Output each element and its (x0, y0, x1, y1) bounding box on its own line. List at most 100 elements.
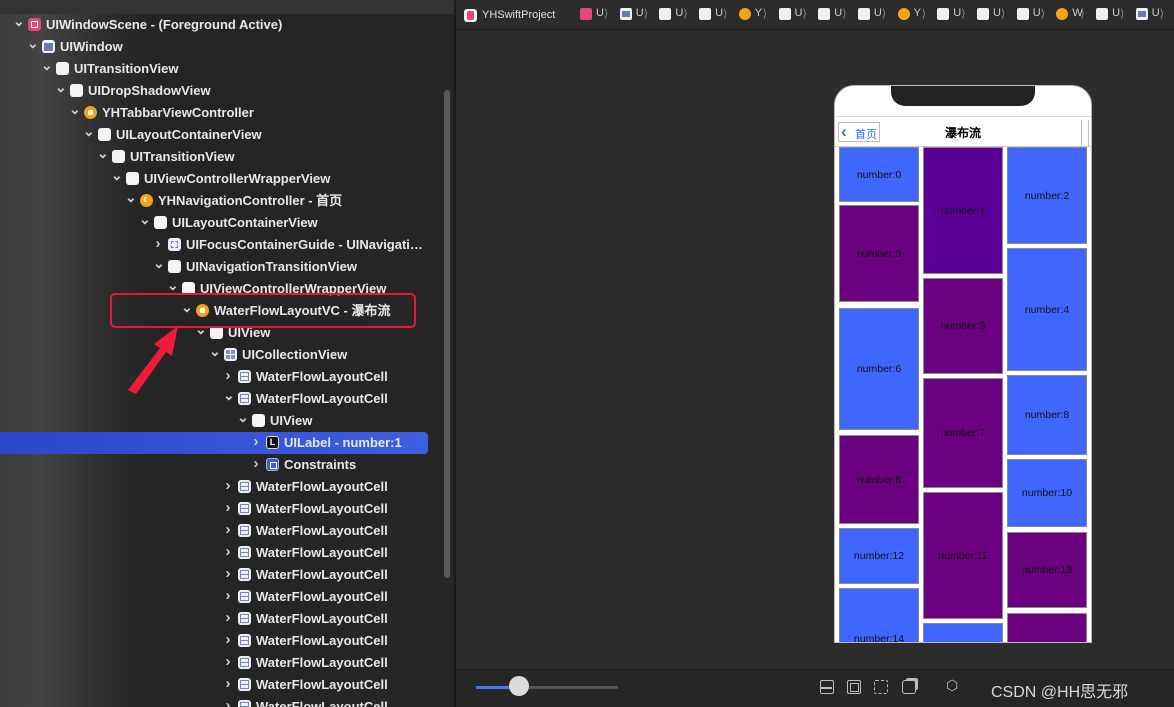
chevron-right-icon[interactable]: › (223, 654, 233, 669)
chevron-right-icon[interactable]: › (223, 500, 233, 515)
hierarchy-row[interactable]: ⌄ YHTabbarViewController (0, 102, 455, 124)
collection-cell-icon (238, 678, 251, 691)
cell-number-label: number:4 (1024, 303, 1070, 316)
hierarchy-row[interactable]: › WaterFlowLayoutCell (0, 498, 455, 520)
chevron-down-icon[interactable]: ⌄ (69, 102, 81, 116)
hierarchy-row[interactable]: ⌄ UIViewControllerWrapperView (0, 168, 455, 190)
collection-cell[interactable]: number:1 (923, 147, 1003, 274)
hierarchy-row[interactable]: ⌄ UIWindowScene - (Foreground Active) (0, 14, 455, 36)
hierarchy-scrollbar-thumb[interactable] (444, 90, 450, 578)
chevron-down-icon[interactable]: ⌄ (139, 212, 151, 226)
collection-cell[interactable]: number:12 (839, 528, 919, 584)
hierarchy-row[interactable]: › WaterFlowLayoutCell (0, 520, 455, 542)
hierarchy-row[interactable]: ⌄ UIView (0, 410, 455, 432)
nav-right-item[interactable] (1081, 120, 1089, 146)
view-icon (699, 8, 712, 20)
chevron-down-icon[interactable]: ⌄ (223, 388, 235, 402)
chevron-right-icon[interactable]: › (223, 478, 233, 493)
hierarchy-row[interactable]: ⌄ YHNavigationController - 首页 (0, 190, 455, 212)
hierarchy-row[interactable]: › WaterFlowLayoutCell (0, 476, 455, 498)
collection-cell[interactable]: number:2 (1007, 147, 1087, 244)
hierarchy-row[interactable]: › WaterFlowLayoutCell (0, 652, 455, 674)
collection-cell[interactable]: number:3 (839, 205, 919, 302)
view-icon (56, 62, 69, 75)
collection-cell[interactable]: number:8 (1007, 375, 1087, 455)
breadcrumb-project[interactable]: YHSwiftProject (464, 7, 555, 23)
hierarchy-row[interactable]: ⌄ UIWindow (0, 36, 455, 58)
hierarchy-row[interactable]: › WaterFlowLayoutCell (0, 542, 455, 564)
cell-number-label: number:10 (1021, 487, 1073, 499)
chevron-down-icon[interactable]: ⌄ (167, 278, 179, 292)
chevron-right-icon[interactable]: › (223, 698, 233, 707)
hierarchy-row[interactable]: ⌄ UILayoutContainerView (0, 124, 455, 146)
chevron-down-icon[interactable]: ⌄ (41, 58, 53, 72)
chevron-down-icon[interactable]: ⌄ (209, 344, 221, 358)
collection-cell[interactable] (1007, 613, 1087, 642)
hierarchy-row[interactable]: ⌄ UICollectionView (0, 344, 455, 366)
collection-cell[interactable]: number:8 (839, 435, 919, 524)
chevron-right-icon[interactable]: › (223, 368, 233, 383)
collection-cell[interactable]: number:7 (923, 378, 1003, 488)
hierarchy-row-label: UIViewControllerWrapperView (144, 171, 331, 186)
breadcrumb-separator-icon: ⟩ (1001, 8, 1006, 20)
chevron-down-icon[interactable]: ⌄ (55, 80, 67, 94)
chevron-right-icon[interactable]: › (251, 456, 261, 471)
collection-cell[interactable]: number:6 (839, 308, 919, 430)
hierarchy-row[interactable]: ⌄ UIDropShadowView (0, 80, 455, 102)
chevron-right-icon[interactable]: › (223, 588, 233, 603)
clip-icon[interactable] (874, 680, 888, 694)
hierarchy-row[interactable]: › UIFocusContainerGuide - UINavigati… (0, 234, 455, 256)
hierarchy-row[interactable]: › WaterFlowLayoutCell (0, 630, 455, 652)
chevron-down-icon[interactable]: ⌄ (27, 36, 39, 50)
label-icon: L (266, 436, 279, 449)
hierarchy-row[interactable]: › WaterFlowLayoutCell (0, 674, 455, 696)
chevron-right-icon[interactable]: › (153, 236, 163, 251)
hierarchy-row[interactable]: › L UILabel - number:1 (0, 432, 455, 454)
hierarchy-row[interactable]: › WaterFlowLayoutCell (0, 366, 455, 388)
frames-icon[interactable] (847, 680, 861, 694)
collection-cell[interactable]: number:13 (1007, 532, 1087, 608)
collection-cell[interactable]: number:11 (923, 492, 1003, 619)
chevron-down-icon[interactable]: ⌄ (97, 146, 109, 160)
chevron-down-icon[interactable]: ⌄ (13, 14, 25, 28)
chevron-right-icon[interactable]: › (223, 522, 233, 537)
chevron-down-icon[interactable]: ⌄ (83, 124, 95, 138)
hierarchy-row[interactable]: ⌄ UITransitionView (0, 58, 455, 80)
device-snapshot[interactable]: ‹ 首页 瀑布流 number:0 number:1 number:2 number:… (834, 85, 1092, 643)
cell-number-label: number:8 (856, 473, 902, 486)
hierarchy-row[interactable]: › WaterFlowLayoutCell (0, 564, 455, 586)
cell-number-label: number:5 (940, 320, 986, 332)
chevron-right-icon[interactable]: › (223, 632, 233, 647)
back-button[interactable]: ‹ 首页 (838, 122, 880, 142)
3d-icon[interactable] (946, 677, 960, 694)
hierarchy-row[interactable]: › WaterFlowLayoutCell (0, 608, 455, 630)
collection-view[interactable]: number:0 number:1 number:2 number:3 number:4… (835, 147, 1091, 642)
hierarchy-row[interactable]: › Constraints (0, 454, 455, 476)
hierarchy-row[interactable]: › WaterFlowLayoutCell (0, 586, 455, 608)
collection-cell[interactable]: number:0 (839, 147, 919, 202)
collection-cell[interactable]: number:4 (1007, 248, 1087, 371)
collection-cell[interactable]: number:14 (839, 588, 919, 642)
hierarchy-row[interactable]: ⌄ UILayoutContainerView (0, 212, 455, 234)
hierarchy-row[interactable]: ⌄ UITransitionView (0, 146, 455, 168)
chevron-right-icon[interactable]: › (223, 610, 233, 625)
collection-cell[interactable]: number:5 (923, 278, 1003, 374)
hierarchy-row[interactable]: ⌄ WaterFlowLayoutCell (0, 388, 455, 410)
views-icon[interactable] (902, 680, 916, 694)
chevron-right-icon[interactable]: › (223, 544, 233, 559)
layout-icon[interactable] (820, 680, 834, 694)
chevron-down-icon[interactable]: ⌄ (237, 410, 249, 424)
navigation-bar[interactable]: ‹ 首页 瀑布流 (835, 116, 1091, 147)
hierarchy-row[interactable]: ⌄ UINavigationTransitionView (0, 256, 455, 278)
chevron-down-icon[interactable]: ⌄ (125, 190, 137, 204)
chevron-down-icon[interactable]: ⌄ (153, 256, 165, 270)
chevron-down-icon[interactable]: ⌄ (111, 168, 123, 182)
hierarchy-row[interactable]: › WaterFlowLayoutCell (0, 696, 455, 707)
chevron-right-icon[interactable]: › (223, 676, 233, 691)
collection-cell[interactable]: number:10 (1007, 459, 1087, 527)
zoom-slider-knob[interactable] (509, 676, 529, 696)
breadcrumb-project-label: YHSwiftProject (482, 9, 556, 21)
chevron-right-icon[interactable]: › (223, 566, 233, 581)
chevron-right-icon[interactable]: › (251, 434, 261, 449)
collection-cell[interactable] (923, 623, 1003, 642)
